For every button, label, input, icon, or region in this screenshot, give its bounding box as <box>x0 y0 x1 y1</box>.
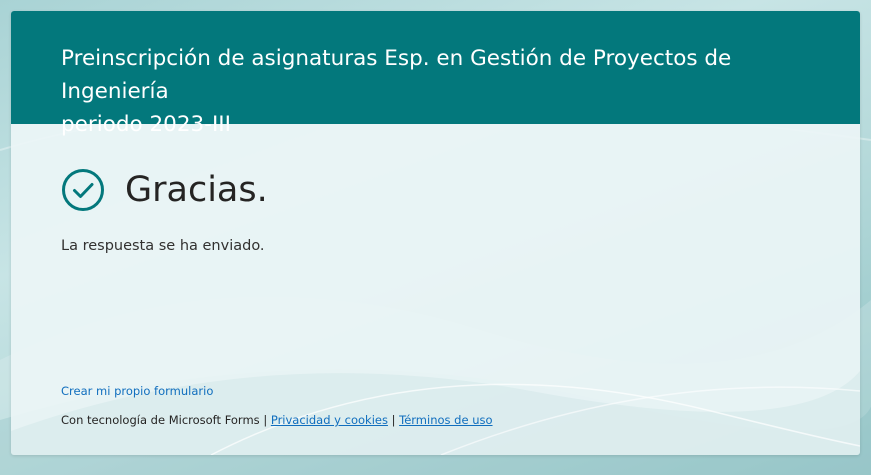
form-header: Preinscripción de asignaturas Esp. en Ge… <box>11 11 860 137</box>
terms-of-use-link[interactable]: Términos de uso <box>399 413 492 427</box>
legal-line: Con tecnología de Microsoft Forms | Priv… <box>61 413 493 427</box>
powered-by-text: Con tecnología de Microsoft Forms <box>61 413 260 427</box>
checkmark-circle-icon <box>61 168 105 212</box>
submission-message: La respuesta se ha enviado. <box>61 238 265 254</box>
thanks-row: Gracias. <box>61 168 810 212</box>
form-footer: Crear mi propio formulario Con tecnologí… <box>61 384 493 427</box>
confirmation-section: Gracias. La respuesta se ha enviado. <box>11 168 860 254</box>
separator: | <box>263 413 268 427</box>
thanks-heading: Gracias. <box>125 170 268 210</box>
create-own-form-link[interactable]: Crear mi propio formulario <box>61 384 493 398</box>
form-card: Preinscripción de asignaturas Esp. en Ge… <box>11 11 860 455</box>
form-title-line-2: periodo 2023-III <box>61 112 231 137</box>
separator: | <box>391 413 396 427</box>
privacy-cookies-link[interactable]: Privacidad y cookies <box>271 413 388 427</box>
form-title-line-1: Preinscripción de asignaturas Esp. en Ge… <box>61 46 732 104</box>
form-title: Preinscripción de asignaturas Esp. en Ge… <box>61 42 830 141</box>
